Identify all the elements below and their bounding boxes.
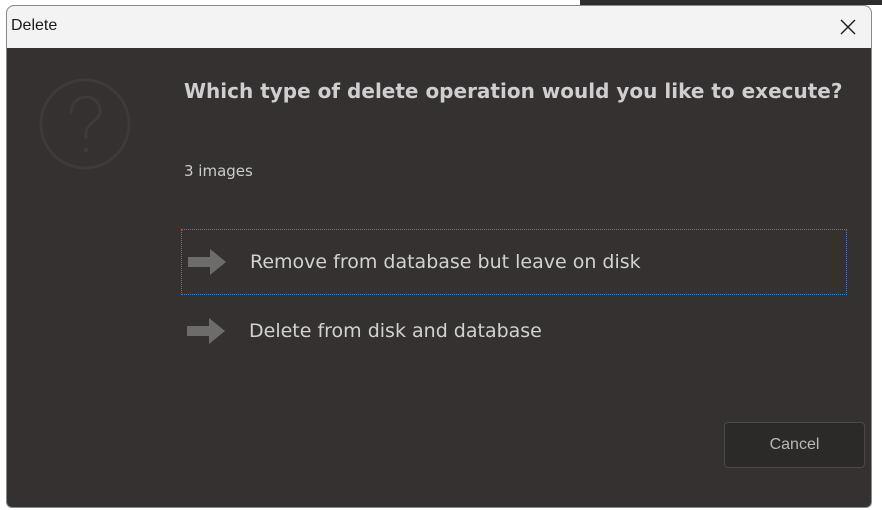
dialog-heading: Which type of delete operation would you… xyxy=(184,79,843,103)
question-icon xyxy=(39,78,131,170)
window-title: Delete xyxy=(11,17,58,34)
option-label: Remove from database but leave on disk xyxy=(250,251,641,273)
option-label: Delete from disk and database xyxy=(249,320,542,342)
dialog-body: Which type of delete operation would you… xyxy=(7,48,871,507)
arrow-right-icon xyxy=(188,249,226,275)
option-delete-from-disk[interactable]: Delete from disk and database xyxy=(181,301,847,361)
cancel-button[interactable]: Cancel xyxy=(724,422,865,468)
option-remove-from-database[interactable]: Remove from database but leave on disk xyxy=(181,229,847,295)
delete-dialog: Delete Which type of delete operation wo… xyxy=(6,5,872,508)
arrow-right-icon xyxy=(187,318,225,344)
title-bar[interactable]: Delete xyxy=(7,6,871,48)
close-button[interactable] xyxy=(825,6,871,48)
item-count: 3 images xyxy=(184,162,253,180)
close-icon xyxy=(840,19,856,35)
